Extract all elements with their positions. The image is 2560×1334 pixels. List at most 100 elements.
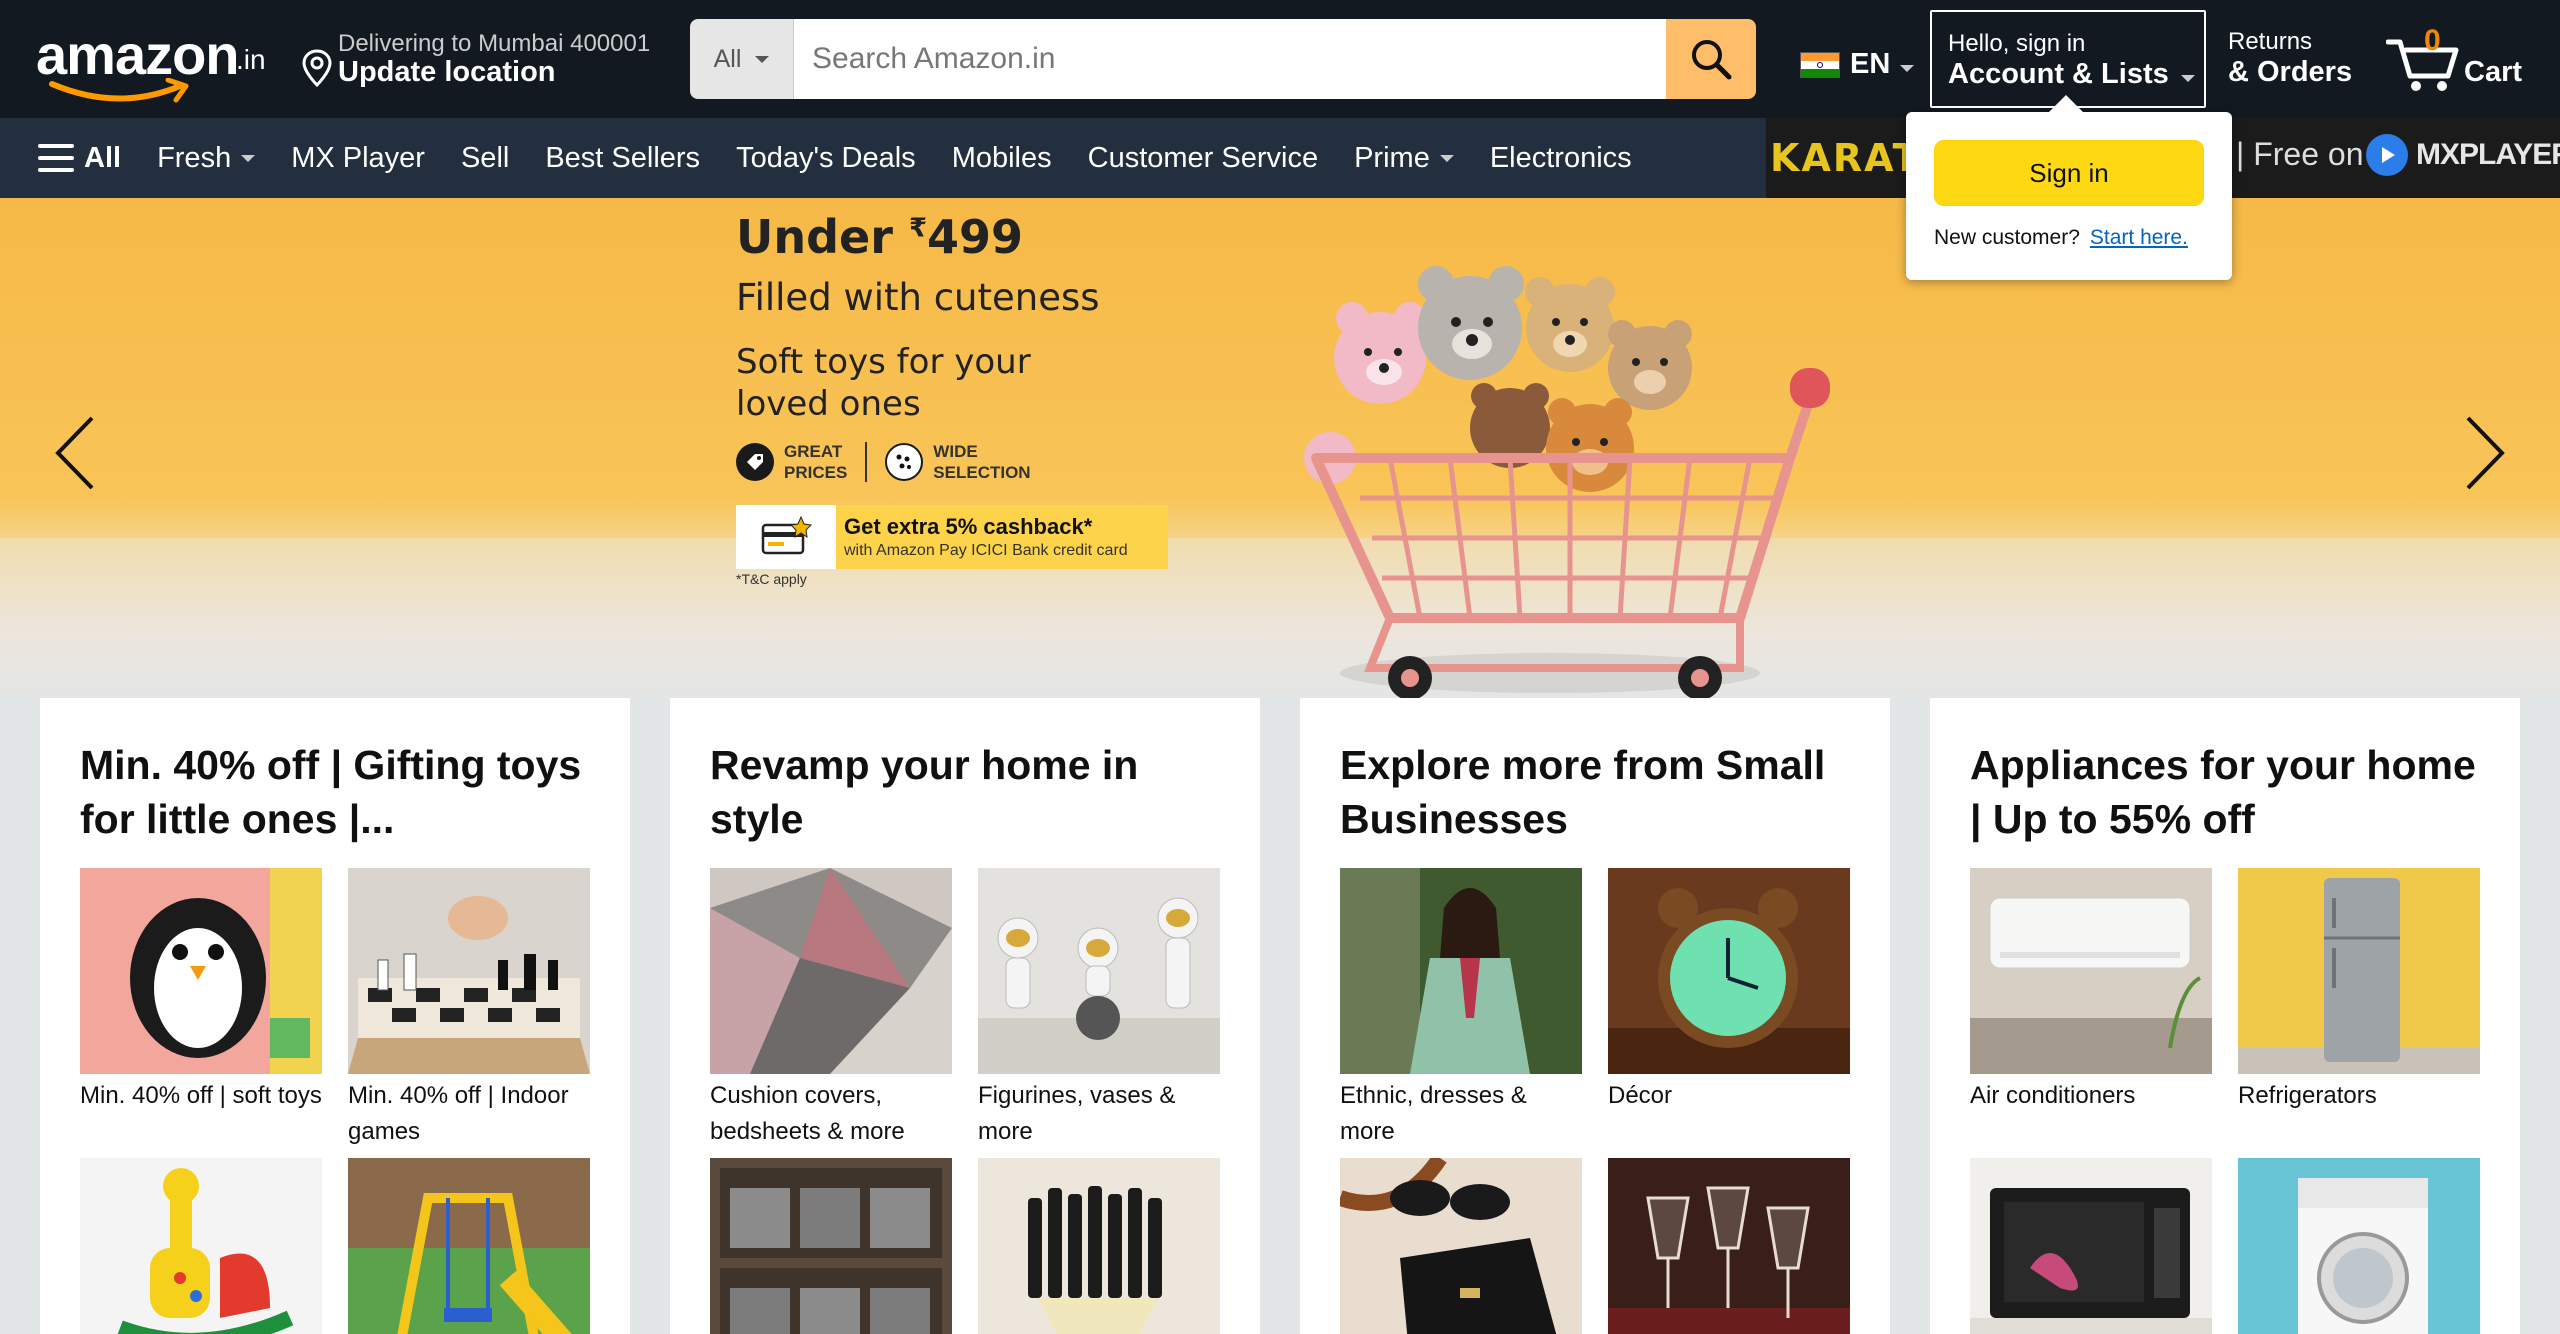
tile-microwave[interactable] bbox=[1970, 1158, 2212, 1334]
card-title[interactable]: Min. 40% off | Gifting toys for little o… bbox=[80, 738, 590, 846]
hero-text-block: Under ₹499 Filled with cuteness Soft toy… bbox=[736, 210, 1168, 587]
nav-item-mobiles[interactable]: Mobiles bbox=[934, 118, 1070, 198]
hero-under-label: Under bbox=[736, 210, 909, 264]
account-greeting: Hello, sign in bbox=[1948, 30, 2086, 57]
astronaut-figurines-image bbox=[978, 868, 1220, 1074]
tile-wall-lamp[interactable] bbox=[978, 1158, 1220, 1334]
mx-player-brand: MXPLAYER bbox=[2416, 138, 2560, 171]
nav-all-label: All bbox=[84, 141, 122, 174]
nav-item-todays-deals[interactable]: Today's Deals bbox=[718, 118, 934, 198]
chevron-down-icon bbox=[755, 55, 770, 63]
nav-item-electronics[interactable]: Electronics bbox=[1472, 118, 1650, 198]
cart-button[interactable]: 0 Cart bbox=[2386, 24, 2526, 94]
returns-orders[interactable]: Returns & Orders bbox=[2228, 28, 2352, 89]
terms-note: *T&C apply bbox=[736, 571, 807, 587]
nav-item-best-sellers[interactable]: Best Sellers bbox=[527, 118, 718, 198]
card-small-businesses: Explore more from Small Businesses Ethni… bbox=[1300, 698, 1890, 1334]
tile-soft-toys[interactable]: Min. 40% off | soft toys bbox=[80, 868, 322, 1114]
rug-image bbox=[710, 868, 952, 1074]
language-selector[interactable]: EN bbox=[1800, 48, 1915, 81]
penguin-toy-image bbox=[80, 868, 322, 1074]
logo-suffix: .in bbox=[236, 44, 266, 75]
tile-ethnic[interactable]: Ethnic, dresses & more bbox=[1340, 868, 1582, 1150]
great-prices-badge: GREAT PRICES bbox=[736, 441, 847, 483]
deliver-label: Delivering to Mumbai 400001 bbox=[338, 30, 651, 57]
nav-item-label: Electronics bbox=[1489, 141, 1632, 174]
search-category-select[interactable]: All bbox=[690, 19, 794, 99]
cashback-offer[interactable]: Get extra 5% cashback* with Amazon Pay I… bbox=[736, 505, 1168, 569]
card-title[interactable]: Revamp your home in style bbox=[710, 738, 1220, 846]
chevron-down-icon bbox=[1900, 65, 1915, 72]
tile-glassware[interactable] bbox=[1608, 1158, 1850, 1334]
nav-item-prime[interactable]: Prime bbox=[1336, 118, 1472, 198]
account-lists-label: Account & Lists bbox=[1948, 58, 2169, 90]
search-bar: All bbox=[690, 19, 1756, 99]
smile-arrow-icon bbox=[49, 78, 189, 103]
tile-air-conditioners[interactable]: Air conditioners bbox=[1970, 868, 2212, 1114]
hero-badges: GREAT PRICES WIDE SELECTION bbox=[736, 441, 1168, 483]
card-revamp-home: Revamp your home in style Cushion covers… bbox=[670, 698, 1260, 1334]
update-location-label: Update location bbox=[338, 56, 556, 88]
search-input[interactable] bbox=[794, 19, 1666, 99]
washing-machine-image bbox=[2238, 1158, 2480, 1334]
card-title[interactable]: Explore more from Small Businesses bbox=[1340, 738, 1850, 846]
cart-count: 0 bbox=[2424, 24, 2441, 57]
search-button[interactable] bbox=[1666, 19, 1756, 99]
hero-subtitle: Filled with cuteness bbox=[736, 276, 1100, 319]
tile-rocking-toy[interactable] bbox=[80, 1158, 322, 1334]
start-here-link[interactable]: Start here. bbox=[2090, 226, 2188, 249]
returns-label: Returns bbox=[2228, 28, 2313, 55]
cashback-subtitle: with Amazon Pay ICICI Bank credit card bbox=[844, 542, 1128, 559]
sign-in-button[interactable]: Sign in bbox=[1934, 140, 2204, 206]
storage-boxes-image bbox=[710, 1158, 952, 1334]
card-title[interactable]: Appliances for your home | Up to 55% off bbox=[1970, 738, 2480, 846]
tile-caption: Cushion covers, bedsheets & more bbox=[710, 1082, 905, 1145]
hero-currency: ₹ bbox=[908, 213, 928, 244]
credit-card-icon bbox=[736, 505, 836, 569]
promo-free-label: | Free on bbox=[2236, 136, 2364, 172]
tile-refrigerators[interactable]: Refrigerators bbox=[2238, 868, 2480, 1114]
wine-glasses-image bbox=[1608, 1158, 1850, 1334]
nav-item-sell[interactable]: Sell bbox=[443, 118, 527, 198]
tile-storage[interactable] bbox=[710, 1158, 952, 1334]
hamburger-icon bbox=[38, 144, 74, 172]
price-tag-icon bbox=[736, 443, 774, 481]
air-conditioner-image bbox=[1970, 868, 2212, 1074]
nav-item-label: Today's Deals bbox=[736, 141, 916, 174]
tile-caption: Min. 40% off | soft toys bbox=[80, 1082, 322, 1109]
play-icon bbox=[2366, 134, 2408, 176]
chevron-down-icon bbox=[2180, 75, 2195, 82]
tile-figurines[interactable]: Figurines, vases & more bbox=[978, 868, 1220, 1150]
nav-all-menu[interactable]: All bbox=[38, 118, 139, 198]
badge-line: SELECTION bbox=[933, 463, 1031, 482]
top-nav: amazon .in Delivering to Mumbai 400001 U… bbox=[0, 0, 2560, 118]
chess-board-image bbox=[348, 868, 590, 1074]
tile-washing-machine[interactable] bbox=[2238, 1158, 2480, 1334]
nav-item-label: Fresh bbox=[157, 141, 232, 174]
tile-decor[interactable]: Décor bbox=[1608, 868, 1850, 1114]
tile-caption: Figurines, vases & more bbox=[978, 1082, 1176, 1145]
microwave-image bbox=[1970, 1158, 2212, 1334]
nav-item-label: Prime bbox=[1354, 141, 1430, 174]
tile-cushion-covers[interactable]: Cushion covers, bedsheets & more bbox=[710, 868, 952, 1150]
hero-tagline: Soft toys for your loved ones bbox=[736, 342, 1031, 424]
carousel-next-arrow-icon[interactable] bbox=[2454, 408, 2514, 498]
tile-handbag[interactable] bbox=[1340, 1158, 1582, 1334]
carousel-prev-arrow-icon[interactable] bbox=[46, 408, 106, 498]
nav-item-fresh[interactable]: Fresh bbox=[139, 118, 273, 198]
account-lists[interactable]: Hello, sign in Account & Lists bbox=[1930, 10, 2206, 108]
nav-item-customer-service[interactable]: Customer Service bbox=[1070, 118, 1336, 198]
account-lists-row: Account & Lists bbox=[1948, 58, 2204, 91]
hero-price-headline: Under ₹499 bbox=[736, 210, 1168, 264]
amazon-logo[interactable]: amazon .in bbox=[36, 22, 266, 103]
grid-dots-icon bbox=[885, 443, 924, 481]
tile-swing-slide[interactable] bbox=[348, 1158, 590, 1334]
badge-line: GREAT bbox=[784, 442, 843, 461]
tile-indoor-games[interactable]: Min. 40% off | Indoor games bbox=[348, 868, 590, 1150]
nav-items: All Fresh MX Player Sell Best Sellers To… bbox=[38, 118, 1650, 198]
chevron-down-icon bbox=[241, 154, 256, 162]
new-customer-row: New customer? Start here. bbox=[1934, 226, 2188, 250]
nav-item-label: Mobiles bbox=[951, 141, 1052, 174]
nav-item-mx-player[interactable]: MX Player bbox=[273, 118, 443, 198]
account-flyout: Sign in New customer? Start here. bbox=[1906, 95, 2232, 280]
